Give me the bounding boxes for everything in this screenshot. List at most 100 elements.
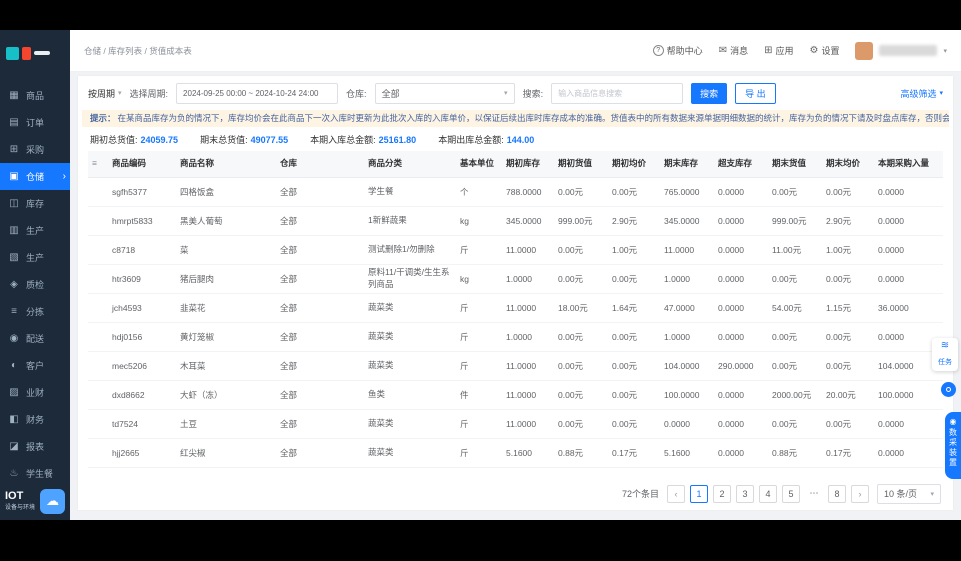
column-header[interactable]: 仓库 xyxy=(276,151,364,178)
topbar-action-apps[interactable]: ⊞ 应用 xyxy=(764,44,793,57)
pager-next-button[interactable]: › xyxy=(851,484,869,503)
table-cell: 蔬菜类 xyxy=(364,351,456,381)
pager-page-5[interactable]: 5 xyxy=(782,484,800,503)
period-range-input[interactable] xyxy=(176,82,339,104)
topbar-action-help[interactable]: ? 帮助中心 xyxy=(652,44,703,57)
pager-prev-button[interactable]: ‹ xyxy=(667,484,685,503)
column-header[interactable]: 商品分类 xyxy=(364,151,456,178)
column-header[interactable]: 商品名称 xyxy=(176,151,276,178)
report-card: 按周期 ▾ 选择周期: 仓库: 全部 ▾ 搜索: 搜索 导 出 高级筛选 ▾ xyxy=(78,76,953,510)
stat-value: 144.00 xyxy=(506,134,535,145)
topbar-action-message[interactable]: ✉ 消息 xyxy=(719,44,748,57)
breadcrumb-item[interactable]: 库存列表 xyxy=(108,46,142,56)
pager-page-8[interactable]: 8 xyxy=(828,484,846,503)
advanced-filter-link[interactable]: 高级筛选 ▾ xyxy=(900,87,943,100)
table-row[interactable]: hdj0156 黄灯笼椒 全部 蔬菜类斤 1.0000 0.00元 0.00元 1.0000 0… xyxy=(88,322,943,352)
column-header[interactable]: 期初货值 xyxy=(554,151,608,178)
pager-page-2[interactable]: 2 xyxy=(713,484,731,503)
table-cell: 0.00元 xyxy=(768,322,822,352)
sidebar-item-quality[interactable]: ◈ 质检 xyxy=(0,271,70,298)
export-button[interactable]: 导 出 xyxy=(735,82,776,104)
topbar-action-settings[interactable]: ⚙ 设置 xyxy=(810,44,840,57)
sidebar-item-inventory[interactable]: ◫ 库存 xyxy=(0,190,70,217)
column-header[interactable]: 期初均价 xyxy=(608,151,660,178)
table-row[interactable]: c8718 菜全部 测试删除1/勿删除斤 11.0000 0.00元 1.00元 11.00… xyxy=(88,235,943,265)
sidebar-item-finance[interactable]: ◧ 财务 xyxy=(0,406,70,433)
user-menu[interactable]: ▾ xyxy=(855,41,947,60)
chevron-down-icon: ▾ xyxy=(504,90,508,97)
warehouse-select[interactable]: 全部 ▾ xyxy=(374,82,515,104)
column-header[interactable]: 期末货值 xyxy=(768,151,822,178)
pager-page-3[interactable]: 3 xyxy=(736,484,754,503)
column-header[interactable]: 期末均价 xyxy=(822,151,874,178)
table-cell: 韭菜花 xyxy=(176,293,276,323)
sidebar: ▦ 商品 ▤ 订单 ⊞ 采购 ▣ 仓储 › ◫ 库存 ▥ 生产 ▧ 生产 ◈ 质检 ≡ 分拣 ◉ 配送 ◐ 客户 ▨ 业财 ◧ 财务… xyxy=(0,30,70,520)
period-mode-select[interactable]: 按周期 ▾ xyxy=(88,87,122,100)
column-header[interactable]: 本期采购入量 xyxy=(874,151,943,178)
task-label: 任务 xyxy=(938,359,952,366)
sidebar-item-warehouse[interactable]: ▣ 仓储 › xyxy=(0,163,70,190)
table-row[interactable]: hmrpt5833 黑美人葡萄 全部 1新鲜蔬果 kg 345.0000 999.00元 2.… xyxy=(88,206,943,236)
sidebar-item-label: 商品 xyxy=(26,91,45,101)
sidebar-item-purchase[interactable]: ⊞ 采购 xyxy=(0,136,70,163)
search-input[interactable] xyxy=(551,82,684,104)
chevron-right-icon: › xyxy=(62,171,66,182)
float-circle-button[interactable] xyxy=(941,382,956,397)
column-header[interactable]: 商品编码 xyxy=(108,151,176,178)
pager-page-4[interactable]: 4 xyxy=(759,484,777,503)
table-cell: 斤 xyxy=(456,409,502,439)
table-cell: td7524 xyxy=(108,409,176,439)
table-row[interactable]: td7524 土豆 全部 蔬菜类斤 11.0000 0.00元 0.00元 0.0000 0.0… xyxy=(88,409,943,439)
table-cell: kg xyxy=(456,206,502,236)
column-header[interactable]: 基本单位 xyxy=(456,151,502,178)
message-icon: ✉ xyxy=(718,45,728,56)
sidebar-item-production-2[interactable]: ▧ 生产 xyxy=(0,244,70,271)
purchase-icon: ⊞ xyxy=(9,144,19,155)
table-cell: 全部 xyxy=(276,322,364,352)
table-row[interactable]: hjj2665 红尖椒 全部 蔬菜类斤 5.1600 0.88元 0.17元 5.1600 0.… xyxy=(88,438,943,468)
data-collection-widget[interactable]: ◉ 数采装置 xyxy=(945,412,961,479)
column-header[interactable]: 期末库存 xyxy=(660,151,714,178)
table-header-row: ≡ 商品编码 商品名称 仓库 商品分类 基本单位 期初库存 期初货值 期初均价 期末库存 超支库存期… xyxy=(88,151,943,178)
table-row[interactable]: dxd8662 大虾（冻） 全部 鱼类件 11.0000 0.00元 0.00元 100.00… xyxy=(88,380,943,410)
task-icon: ≋ xyxy=(940,340,950,351)
pager-page-1[interactable]: 1 xyxy=(690,484,708,503)
chevron-down-icon: ▾ xyxy=(930,490,934,498)
page-size-select[interactable]: 10 条/页 ▾ xyxy=(877,483,941,504)
column-filter-icon[interactable]: ≡ xyxy=(88,151,108,178)
table-cell: 104.0000 xyxy=(660,351,714,381)
sidebar-item-label: 客户 xyxy=(26,361,45,371)
sidebar-item-goods[interactable]: ▦ 商品 xyxy=(0,82,70,109)
task-widget[interactable]: ≋ 任务 xyxy=(932,338,958,371)
sidebar-item-business-finance[interactable]: ▨ 业财 xyxy=(0,379,70,406)
table-row[interactable]: jch4593 韭菜花 全部 蔬菜类斤 11.0000 18.00元 1.64元 47.000… xyxy=(88,293,943,323)
logo-block-teal xyxy=(6,46,19,60)
table-cell: hmrpt5833 xyxy=(108,206,176,236)
search-button[interactable]: 搜索 xyxy=(691,82,728,104)
table-cell: 0.0000 xyxy=(874,206,943,236)
sidebar-item-delivery[interactable]: ◉ 配送 xyxy=(0,325,70,352)
table-cell: 0.0000 xyxy=(714,322,768,352)
content-area: 按周期 ▾ 选择周期: 仓库: 全部 ▾ 搜索: 搜索 导 出 高级筛选 ▾ xyxy=(70,72,961,520)
sidebar-item-production-1[interactable]: ▥ 生产 xyxy=(0,217,70,244)
table-row[interactable]: mec5206 木耳菜 全部 蔬菜类斤 11.0000 0.00元 0.00元 104.000… xyxy=(88,351,943,381)
breadcrumb-item[interactable]: 货值成本表 xyxy=(149,46,192,56)
iot-panel[interactable]: IOT 设备与环境 ☁ xyxy=(0,482,70,520)
sidebar-item-customer[interactable]: ◐ 客户 xyxy=(0,352,70,379)
iot-title: IOT xyxy=(5,490,24,502)
sidebar-menu: ▦ 商品 ▤ 订单 ⊞ 采购 ▣ 仓储 › ◫ 库存 ▥ 生产 ▧ 生产 ◈ 质检 ≡ 分拣 ◉ 配送 ◐ 客户 ▨ 业财 ◧ 财务… xyxy=(0,82,70,487)
pager-ellipsis[interactable]: ⋯ xyxy=(805,484,823,503)
avatar[interactable] xyxy=(855,41,874,60)
table-row[interactable]: htr3609 猪后腿肉 全部 原料11/干调类/生生系列商品 kg 1.0000 0.00… xyxy=(88,264,943,294)
column-header[interactable]: 超支库存 xyxy=(714,151,768,178)
table-row[interactable]: sgfh5377 四格饭盒 全部 学生餐个 788.0000 0.00元 0.00元 765.… xyxy=(88,177,943,207)
sidebar-item-sorting[interactable]: ≡ 分拣 xyxy=(0,298,70,325)
data-collection-label: 数采装置 xyxy=(948,428,958,468)
table-cell: hdj0156 xyxy=(108,322,176,352)
breadcrumb-item[interactable]: 仓储 xyxy=(84,46,101,56)
sidebar-item-label: 学生餐 xyxy=(26,469,54,479)
table-cell: 蔬菜类 xyxy=(364,322,456,352)
sidebar-item-orders[interactable]: ▤ 订单 xyxy=(0,109,70,136)
column-header[interactable]: 期初库存 xyxy=(502,151,554,178)
sidebar-item-reports[interactable]: ◪ 报表 xyxy=(0,433,70,460)
